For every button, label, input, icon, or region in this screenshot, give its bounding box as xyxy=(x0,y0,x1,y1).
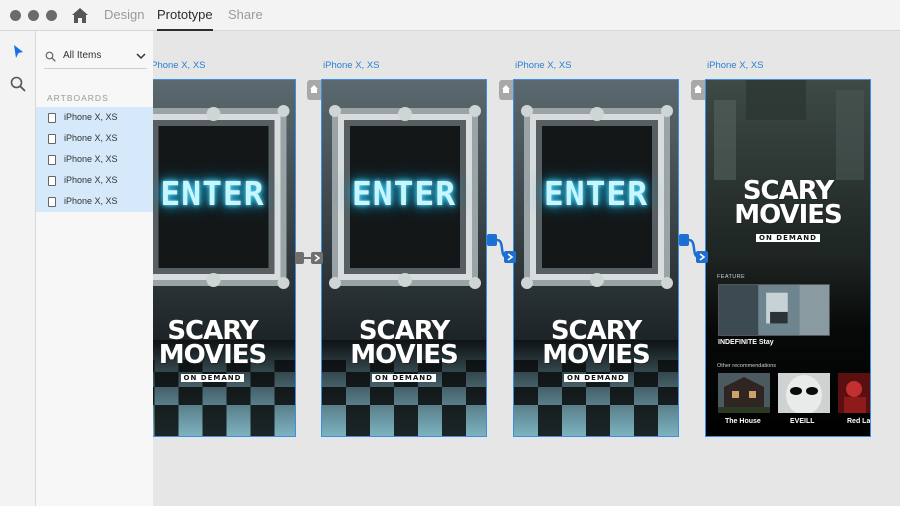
tool-rail xyxy=(0,31,36,506)
haunted-hall-image xyxy=(322,80,486,436)
scary-movies-logo: SCARY MOVIES ON DEMAND xyxy=(542,316,651,383)
prototype-wire-connector[interactable] xyxy=(295,249,325,267)
artboard-home[interactable]: SCARY MOVIES ON DEMAND FEATURE INDEFINIT… xyxy=(705,79,871,437)
home-artboard-badge[interactable] xyxy=(499,80,513,100)
home-artboard-badge[interactable] xyxy=(691,80,705,100)
layers-panel: All Items ARTBOARDS iPhone X, XS iPhone … xyxy=(36,31,153,506)
artboards-section-title: ARTBOARDS xyxy=(47,93,109,103)
haunted-hall-image xyxy=(153,80,295,436)
feature-heading: FEATURE xyxy=(717,274,746,280)
enter-neon-text: ENTER xyxy=(160,174,265,213)
artboard-list-label: iPhone X, XS xyxy=(64,175,118,185)
minimize-window-button[interactable] xyxy=(28,10,39,21)
artboard-intro-3[interactable]: ENTER SCARY MOVIES ON DEMAND xyxy=(513,79,679,437)
page-icon xyxy=(48,155,56,165)
artboard-list-item[interactable]: iPhone X, XS xyxy=(36,149,153,170)
tab-prototype[interactable]: Prototype xyxy=(157,0,213,31)
home-icon xyxy=(310,85,318,93)
artboard-list-label: iPhone X, XS xyxy=(64,133,118,143)
scary-movies-logo: SCARY MOVIES ON DEMAND xyxy=(734,176,843,243)
movie-title: EVEILL xyxy=(790,418,815,425)
design-canvas[interactable]: iPhone X, XS iPhone X, XS iPhone X, XS i… xyxy=(153,31,900,506)
artboard-list-label: iPhone X, XS xyxy=(64,196,118,206)
prototype-wire-connector[interactable] xyxy=(679,231,709,267)
scary-movies-logo: SCARY MOVIES ON DEMAND xyxy=(158,316,267,383)
home-icon xyxy=(502,85,510,93)
haunted-hall-image xyxy=(514,80,678,436)
artboard-list: iPhone X, XS iPhone X, XS iPhone X, XS i… xyxy=(36,107,153,212)
movie-title: The House xyxy=(725,418,761,425)
tab-share[interactable]: Share xyxy=(228,0,263,31)
artboard-list-item[interactable]: iPhone X, XS xyxy=(36,128,153,149)
page-icon xyxy=(48,197,56,207)
artboard-title[interactable]: iPhone X, XS xyxy=(323,60,380,71)
recommendations-heading: Other recommendations xyxy=(717,363,776,369)
prototype-wire-connector[interactable] xyxy=(487,231,517,267)
movie-thumbnail[interactable] xyxy=(778,373,830,413)
feature-movie-title: INDEFINITE Stay xyxy=(718,339,774,346)
maximize-window-button[interactable] xyxy=(46,10,57,21)
page-icon xyxy=(48,134,56,144)
home-icon xyxy=(694,85,702,93)
movie-title: Red La xyxy=(847,418,871,425)
close-window-button[interactable] xyxy=(10,10,21,21)
artboard-list-label: iPhone X, XS xyxy=(64,112,118,122)
artboard-intro-2[interactable]: ENTER SCARY MOVIES ON DEMAND xyxy=(321,79,487,437)
select-arrow-icon[interactable] xyxy=(9,43,27,61)
artboard-list-item[interactable]: iPhone X, XS xyxy=(36,191,153,212)
page-icon xyxy=(48,176,56,186)
filter-label: All Items xyxy=(63,50,102,61)
filter-dropdown[interactable]: All Items xyxy=(44,47,147,69)
artboard-title[interactable]: iPhone X, XS xyxy=(515,60,572,71)
artboard-intro-1[interactable]: ENTER SCARY MOVIES ON DEMAND xyxy=(153,79,296,437)
search-icon xyxy=(45,51,56,62)
home-artboard-badge[interactable] xyxy=(307,80,321,100)
title-bar: Design Prototype Share xyxy=(0,0,900,31)
tab-design[interactable]: Design xyxy=(104,0,144,31)
movie-thumbnail[interactable] xyxy=(718,373,770,413)
artboard-list-item[interactable]: iPhone X, XS xyxy=(36,107,153,128)
artboard-list-label: iPhone X, XS xyxy=(64,154,118,164)
home-icon[interactable] xyxy=(71,7,89,24)
artboard-title[interactable]: iPhone X, XS xyxy=(707,60,764,71)
feature-movie-image[interactable] xyxy=(718,284,830,336)
enter-neon-text: ENTER xyxy=(543,174,649,213)
page-icon xyxy=(48,113,56,123)
chevron-down-icon[interactable] xyxy=(136,52,146,60)
enter-neon-text: ENTER xyxy=(351,174,457,213)
artboard-title[interactable]: iPhone X, XS xyxy=(153,60,206,71)
movie-thumbnail[interactable] xyxy=(838,373,871,413)
scary-movies-logo: SCARY MOVIES ON DEMAND xyxy=(350,316,459,383)
artboard-list-item[interactable]: iPhone X, XS xyxy=(36,170,153,191)
zoom-icon[interactable] xyxy=(9,75,27,93)
